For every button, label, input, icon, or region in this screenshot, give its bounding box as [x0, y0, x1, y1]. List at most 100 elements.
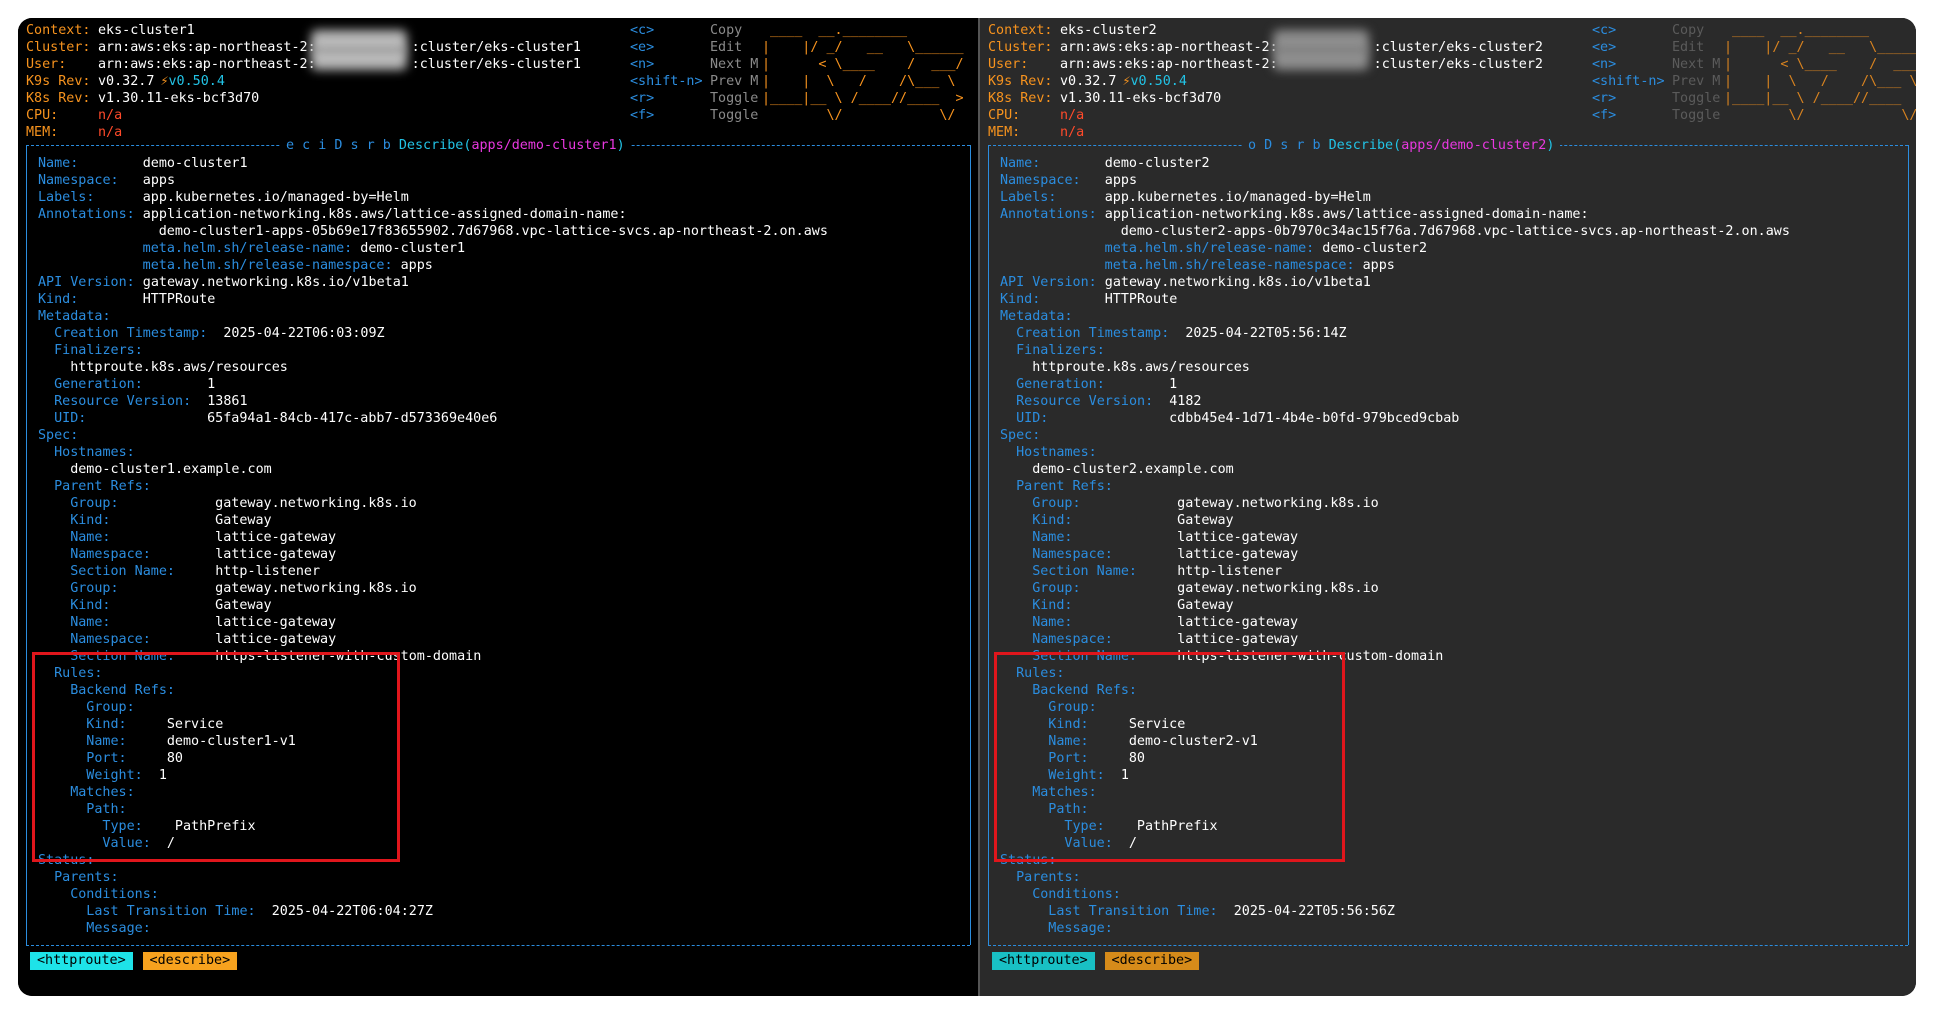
describe-key: Hostnames:: [54, 445, 135, 460]
crumb-view[interactable]: <describe>: [1104, 952, 1200, 970]
describe-line: Message:: [1048, 920, 1113, 937]
menu-hotkey[interactable]: <e>: [1592, 40, 1616, 55]
menu-label[interactable]: Copy: [710, 23, 742, 38]
menu-label[interactable]: Edit: [710, 40, 742, 55]
menu-label[interactable]: Edit: [1672, 40, 1704, 55]
k9s-logo-line: |____|__ \ /____//____ >: [762, 90, 964, 107]
k9s-pane-cluster2[interactable]: Context: eks-cluster2 Cluster: arn:aws:eks:…: [980, 18, 1916, 996]
describe-line: Conditions:: [70, 886, 159, 903]
menu-item-2[interactable]: <n>: [630, 56, 654, 73]
header-k8s-rev-label: K8s Rev:: [988, 91, 1053, 106]
menu-hotkey[interactable]: <r>: [1592, 91, 1616, 106]
describe-value: 4182: [1169, 394, 1202, 409]
header-mem-value: n/a: [98, 125, 123, 140]
describe-key: Name:: [1000, 156, 1041, 171]
crumb-resource[interactable]: <httproute>: [30, 952, 133, 970]
k9s-logo: \/ \/: [1724, 108, 1916, 123]
k9s-pane-cluster1[interactable]: Context: eks-cluster1 Cluster: arn:aws:eks:…: [18, 18, 978, 996]
menu-item-2[interactable]: <n>: [1592, 56, 1616, 73]
describe-key: Metadata:: [38, 309, 111, 324]
header-mem-value-row: n/a: [98, 124, 122, 141]
describe-key: Group:: [1032, 581, 1081, 596]
menu-item-4[interactable]: <r>: [1592, 90, 1616, 107]
k9s-logo-line: | |/ _/ __ \______: [762, 39, 964, 56]
describe-key: Kind:: [70, 598, 111, 613]
menu-label[interactable]: Prev M: [710, 74, 758, 89]
header-context-row: Context:: [26, 22, 91, 39]
menu-label[interactable]: Next M: [1672, 57, 1720, 72]
menu-label-row: Next M: [710, 56, 758, 73]
describe-line: Parent Refs:: [1016, 478, 1113, 495]
describe-line: UID: 65fa94a1-84cb-417c-abb7-d573369e40e6: [54, 410, 497, 427]
describe-line: Creation Timestamp: 2025-04-22T06:03:09Z: [54, 325, 385, 342]
menu-hotkey[interactable]: <n>: [630, 57, 654, 72]
describe-key: Creation Timestamp:: [54, 326, 208, 341]
menu-hotkey[interactable]: <shift-n>: [630, 74, 703, 89]
crumb-resource[interactable]: <httproute>: [992, 952, 1095, 970]
menu-label-row: Prev M: [710, 73, 758, 90]
describe-key: Last Transition Time:: [86, 904, 256, 919]
menu-hotkey[interactable]: <c>: [630, 23, 654, 38]
describe-key: Kind:: [38, 292, 79, 307]
describe-line: httproute.k8s.aws/resources: [1032, 359, 1250, 376]
describe-key: Generation:: [54, 377, 143, 392]
menu-label-row: Copy: [710, 22, 742, 39]
menu-label[interactable]: Toggle: [1672, 91, 1720, 106]
describe-annotation-key: meta.helm.sh/release-name:: [1104, 241, 1315, 256]
describe-value: demo-cluster1: [142, 156, 248, 171]
menu-item-3[interactable]: <shift-n>: [630, 73, 703, 90]
describe-key: Finalizers:: [1016, 343, 1105, 358]
menu-label[interactable]: Toggle: [1672, 108, 1720, 123]
describe-value: 2025-04-22T06:04:27Z: [271, 904, 433, 919]
menu-label[interactable]: Copy: [1672, 23, 1704, 38]
menu-label[interactable]: Toggle: [710, 108, 758, 123]
header-cluster-row: Cluster:: [988, 39, 1053, 56]
describe-key: Labels:: [1000, 190, 1057, 205]
header-k8s-rev-value-row: v1.30.11-eks-bcf3d70: [1060, 90, 1221, 107]
describe-value: 65fa94a1-84cb-417c-abb7-d573369e40e6: [207, 411, 498, 426]
describe-key: UID:: [54, 411, 87, 426]
menu-hotkey[interactable]: <f>: [1592, 108, 1616, 123]
menu-item-3[interactable]: <shift-n>: [1592, 73, 1665, 90]
describe-key: Namespace:: [70, 547, 151, 562]
describe-key: Namespace:: [38, 173, 119, 188]
describe-value: gateway.networking.k8s.io/v1beta1: [1104, 275, 1371, 290]
menu-label[interactable]: Prev M: [1672, 74, 1720, 89]
k9s-logo: | |/ _/ __ \______: [762, 40, 964, 55]
menu-hotkey[interactable]: <f>: [630, 108, 654, 123]
menu-item-5[interactable]: <f>: [1592, 107, 1616, 124]
describe-value: lattice-gateway: [215, 530, 337, 545]
k9s-logo: ____ __.________: [1724, 23, 1870, 38]
title-paren-open: (: [1393, 138, 1402, 153]
menu-hotkey[interactable]: <shift-n>: [1592, 74, 1665, 89]
describe-value: cdbb45e4-1d71-4b4e-b0fd-979bced9cbab: [1169, 411, 1460, 426]
menu-label[interactable]: Toggle: [710, 91, 758, 106]
menu-item-0[interactable]: <c>: [1592, 22, 1616, 39]
menu-hotkey[interactable]: <e>: [630, 40, 654, 55]
describe-key: Section Name:: [70, 564, 175, 579]
crumb-view[interactable]: <describe>: [142, 952, 238, 970]
header-user-label: User:: [26, 57, 67, 72]
describe-value: Gateway: [1177, 598, 1234, 613]
menu-hotkey[interactable]: <r>: [630, 91, 654, 106]
describe-key: Resource Version:: [1016, 394, 1154, 409]
menu-label-row: Toggle: [1672, 107, 1720, 124]
menu-hotkey[interactable]: <c>: [1592, 23, 1616, 38]
header-cluster-arn-prefix: arn:aws:eks:ap-northeast-2:: [98, 40, 316, 55]
header-user-label: User:: [988, 57, 1029, 72]
describe-line: Namespace: lattice-gateway: [70, 631, 336, 648]
menu-label[interactable]: Next M: [710, 57, 758, 72]
menu-item-1[interactable]: <e>: [1592, 39, 1616, 56]
header-k9s-rev-label: K9s Rev:: [988, 74, 1053, 89]
k9s-logo-line: | |/ _/ __ \______: [1724, 39, 1916, 56]
describe-key: Kind:: [1032, 513, 1073, 528]
menu-item-4[interactable]: <r>: [630, 90, 654, 107]
describe-line: Resource Version: 4182: [1016, 393, 1201, 410]
header-context-label: Context:: [26, 23, 91, 38]
menu-item-1[interactable]: <e>: [630, 39, 654, 56]
header-k8s-rev-row: K8s Rev:: [988, 90, 1053, 107]
describe-line: UID: cdbb45e4-1d71-4b4e-b0fd-979bced9cbab: [1016, 410, 1459, 427]
menu-item-5[interactable]: <f>: [630, 107, 654, 124]
menu-item-0[interactable]: <c>: [630, 22, 654, 39]
menu-hotkey[interactable]: <n>: [1592, 57, 1616, 72]
